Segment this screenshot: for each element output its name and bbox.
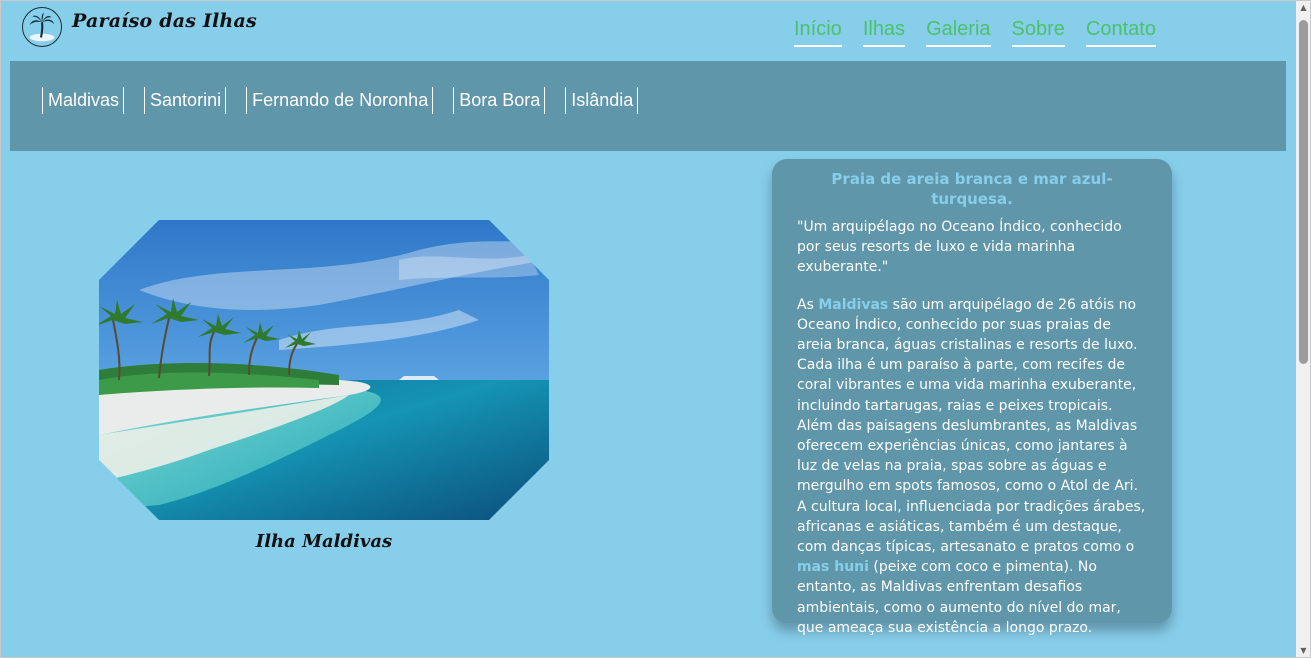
card-title: Praia de areia branca e mar azul-turques… bbox=[831, 170, 1113, 208]
photo-caption: Ilha Maldivas bbox=[255, 531, 393, 552]
vertical-scrollbar[interactable]: ▲ ▼ bbox=[1296, 0, 1311, 658]
page: Paraíso das Ilhas Início Ilhas Galeria S… bbox=[0, 0, 1296, 658]
nav-link-sobre[interactable]: Sobre bbox=[1011, 17, 1065, 47]
island-tab-maldivas[interactable]: Maldivas bbox=[42, 87, 125, 114]
top-navigation: Início Ilhas Galeria Sobre Contato bbox=[794, 17, 1156, 47]
highlight-maldivas: Maldivas bbox=[818, 296, 889, 313]
brand-name[interactable]: Paraíso das Ilhas bbox=[72, 10, 257, 32]
island-photo bbox=[99, 220, 549, 520]
card-description: As Maldivas são um arquipélago de 26 ató… bbox=[797, 295, 1147, 638]
nav-link-galeria[interactable]: Galeria bbox=[926, 17, 991, 47]
scroll-up-arrow-icon[interactable]: ▲ bbox=[1296, 0, 1311, 15]
palm-island-icon[interactable] bbox=[22, 7, 62, 47]
highlight-mas-huni: mas huni bbox=[797, 559, 869, 576]
card-quote: "Um arquipélago no Oceano Índico, conhec… bbox=[797, 219, 1122, 276]
scrollbar-thumb[interactable] bbox=[1299, 20, 1308, 364]
scroll-down-arrow-icon[interactable]: ▼ bbox=[1296, 643, 1311, 658]
island-tab-santorini[interactable]: Santorini bbox=[144, 87, 227, 114]
island-tab-fernando-de-noronha[interactable]: Fernando de Noronha bbox=[246, 87, 434, 114]
island-tab-bora-bora[interactable]: Bora Bora bbox=[453, 87, 546, 114]
description-text: são um arquipélago de 26 atóis no Oceano… bbox=[797, 296, 1146, 556]
nav-link-ilhas[interactable]: Ilhas bbox=[862, 17, 906, 47]
nav-link-inicio[interactable]: Início bbox=[794, 17, 842, 47]
island-tab-bar: Maldivas Santorini Fernando de Noronha B… bbox=[10, 61, 1286, 151]
island-tab-islandia[interactable]: Islândia bbox=[565, 87, 639, 114]
island-info-card: Praia de areia branca e mar azul-turques… bbox=[772, 159, 1172, 636]
nav-link-contato[interactable]: Contato bbox=[1085, 17, 1156, 47]
description-text: As bbox=[797, 296, 819, 313]
